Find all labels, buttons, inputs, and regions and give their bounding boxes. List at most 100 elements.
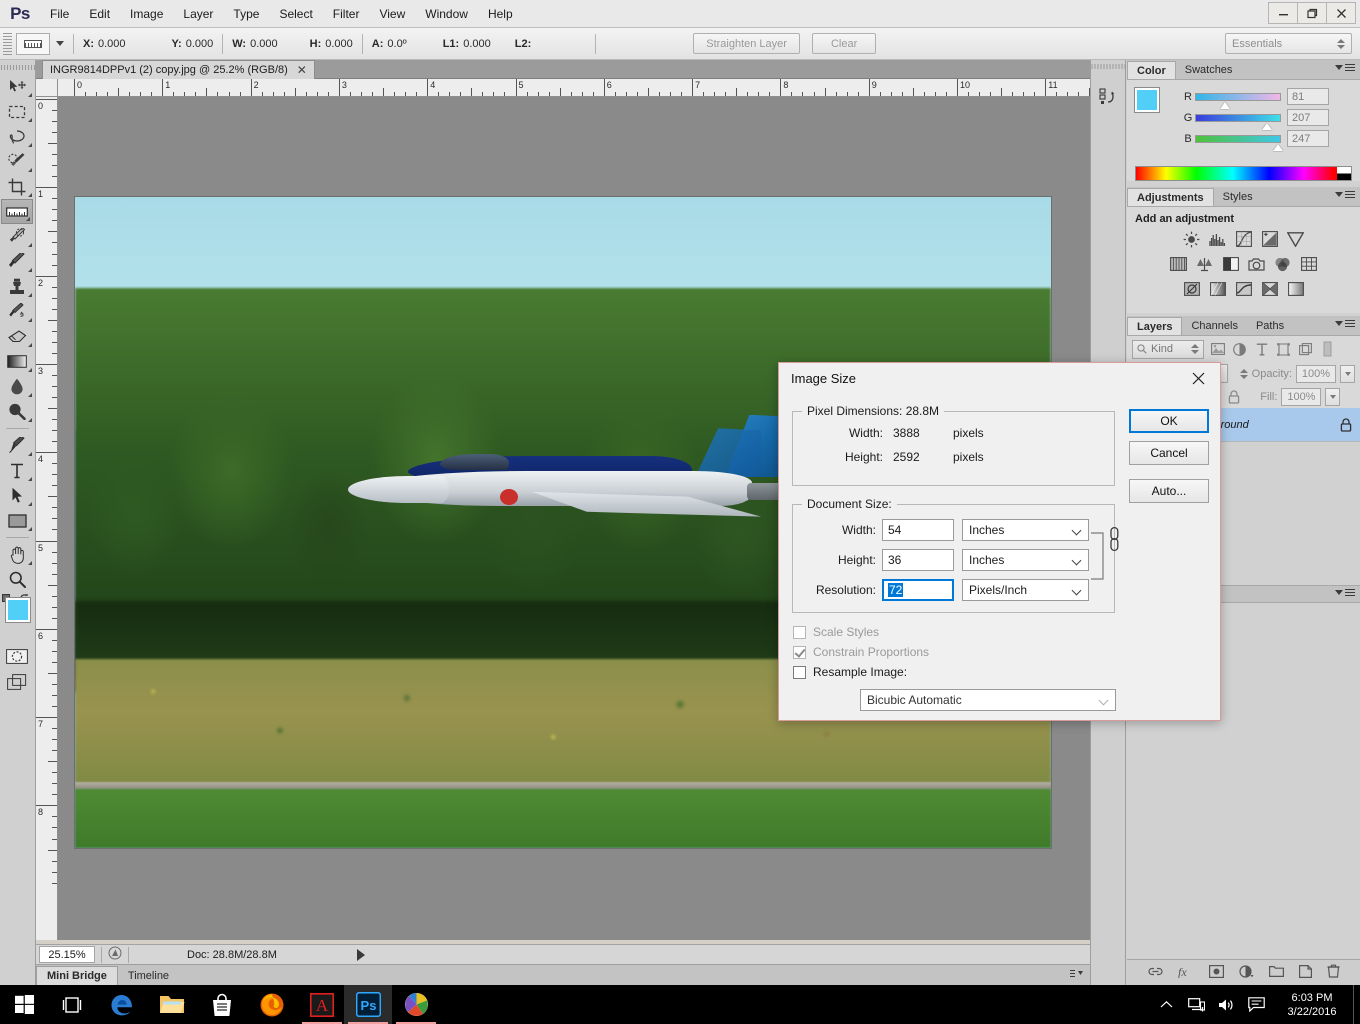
lasso-tool[interactable] (0, 124, 34, 149)
blur-tool[interactable] (0, 374, 34, 399)
tab-layers[interactable]: Layers (1127, 317, 1183, 335)
status-expand-icon[interactable] (356, 948, 365, 961)
tab-paths[interactable]: Paths (1247, 317, 1293, 335)
document-proxy-icon[interactable] (108, 946, 122, 963)
fx-icon[interactable]: fx (1178, 965, 1194, 981)
threshold-icon[interactable] (1235, 280, 1253, 298)
dodge-tool[interactable] (0, 399, 34, 424)
doc-width-unit-select[interactable]: Inches (962, 519, 1089, 541)
channel-g-value[interactable]: 207 (1287, 109, 1329, 126)
brush-tool[interactable] (0, 249, 34, 274)
levels-icon[interactable] (1209, 230, 1227, 248)
menu-layer[interactable]: Layer (173, 0, 223, 28)
menu-type[interactable]: Type (223, 0, 269, 28)
doc-width-input[interactable]: 54 (882, 519, 954, 541)
tools-panel-grip[interactable] (0, 60, 35, 74)
foreground-color-swatch[interactable] (1134, 87, 1160, 113)
filter-pixel-layers-icon[interactable] (1209, 341, 1226, 358)
constrain-proportions-checkbox[interactable] (793, 645, 806, 659)
cancel-button[interactable]: Cancel (1129, 441, 1209, 465)
acrobat-icon[interactable]: A (298, 985, 346, 1024)
doc-height-unit-select[interactable]: Inches (962, 549, 1089, 571)
crop-tool[interactable] (0, 174, 34, 199)
ruler-tool[interactable] (1, 199, 33, 224)
chevron-down-icon[interactable] (56, 41, 64, 46)
history-brush-tool[interactable] (0, 299, 34, 324)
menu-filter[interactable]: Filter (323, 0, 370, 28)
ruler-corner[interactable] (36, 79, 58, 97)
edge-icon[interactable] (98, 985, 146, 1024)
black-white-icon[interactable] (1222, 255, 1240, 273)
layer-filter-kind-select[interactable]: Kind (1132, 339, 1204, 359)
tab-timeline[interactable]: Timeline (117, 966, 180, 985)
channel-b-value[interactable]: 247 (1287, 130, 1329, 147)
fill-value[interactable]: 100% (1281, 387, 1322, 406)
tab-channels[interactable]: Channels (1182, 317, 1246, 335)
start-button[interactable] (0, 985, 48, 1024)
image-size-dialog[interactable]: Image Size Pixel Dimensions: 28.8M Width… (778, 362, 1221, 721)
brightness-contrast-icon[interactable] (1183, 230, 1201, 248)
panel-menu-icon[interactable] (1335, 320, 1355, 327)
horizontal-ruler[interactable]: 0 1 2 3 4 5 6 7 8 9 10 11 (58, 79, 1090, 97)
file-explorer-icon[interactable] (148, 985, 196, 1024)
chevron-up-icon[interactable] (1151, 985, 1181, 1024)
photoshop-icon[interactable]: Ps (344, 985, 392, 1024)
hue-saturation-icon[interactable] (1170, 255, 1188, 273)
filter-type-layers-icon[interactable] (1253, 341, 1270, 358)
clone-stamp-tool[interactable] (0, 274, 34, 299)
color-balance-icon[interactable] (1196, 255, 1214, 273)
screen-mode-button[interactable] (0, 669, 34, 694)
resample-method-select[interactable]: Bicubic Automatic (860, 689, 1116, 711)
new-group-icon[interactable] (1268, 965, 1284, 980)
resolution-input[interactable]: 72 (882, 579, 954, 601)
store-icon[interactable] (198, 985, 246, 1024)
spinner-icon[interactable] (1239, 368, 1248, 379)
color-lookup-icon[interactable] (1300, 255, 1318, 273)
photo-filter-icon[interactable] (1248, 255, 1266, 273)
opacity-dropdown-icon[interactable] (1340, 364, 1355, 383)
tab-swatches[interactable]: Swatches (1176, 61, 1242, 79)
ok-button[interactable]: OK (1129, 409, 1209, 433)
menu-edit[interactable]: Edit (79, 0, 120, 28)
filter-toggle[interactable] (1319, 341, 1336, 358)
channel-g-slider[interactable] (1195, 113, 1281, 130)
action-center-icon[interactable] (1241, 985, 1271, 1024)
panel-menu-icon[interactable] (1335, 191, 1355, 198)
straighten-layer-button[interactable]: Straighten Layer (693, 33, 800, 54)
channel-mixer-icon[interactable] (1274, 255, 1292, 273)
panel-menu-icon[interactable] (1070, 969, 1084, 981)
document-tab[interactable]: INGR9814DPPv1 (2) copy.jpg @ 25.2% (RGB/… (42, 60, 315, 79)
menu-view[interactable]: View (369, 0, 415, 28)
resample-image-row[interactable]: Resample Image: (793, 665, 929, 679)
adjustment-layer-icon[interactable] (1238, 964, 1254, 981)
curves-icon[interactable] (1235, 230, 1253, 248)
menu-select[interactable]: Select (269, 0, 322, 28)
quick-selection-tool[interactable] (0, 149, 34, 174)
close-icon[interactable] (1180, 365, 1216, 391)
link-icon[interactable] (1147, 966, 1163, 980)
quick-mask-button[interactable] (0, 644, 34, 669)
invert-icon[interactable] (1183, 280, 1201, 298)
eraser-tool[interactable] (0, 324, 34, 349)
pen-tool[interactable] (0, 433, 34, 458)
filter-smart-objects-icon[interactable] (1297, 341, 1314, 358)
gradient-tool[interactable] (0, 349, 34, 374)
channel-b-slider[interactable] (1195, 134, 1284, 151)
show-desktop-button[interactable] (1353, 985, 1360, 1024)
tab-styles[interactable]: Styles (1214, 188, 1262, 206)
rectangle-tool[interactable] (0, 508, 34, 533)
gradient-map-icon[interactable] (1287, 280, 1305, 298)
delete-layer-icon[interactable] (1327, 964, 1340, 981)
move-tool[interactable] (0, 74, 34, 99)
auto-button[interactable]: Auto... (1129, 479, 1209, 503)
scale-styles-checkbox[interactable] (793, 625, 806, 639)
tab-color[interactable]: Color (1127, 61, 1176, 79)
tab-adjustments[interactable]: Adjustments (1127, 188, 1214, 206)
close-button[interactable] (1326, 2, 1356, 24)
clear-button[interactable]: Clear (811, 33, 877, 54)
constrain-proportions-row[interactable]: Constrain Proportions (793, 645, 929, 659)
menu-image[interactable]: Image (120, 0, 173, 28)
history-panel-icon[interactable] (1091, 79, 1125, 113)
filter-adjustment-layers-icon[interactable] (1231, 341, 1248, 358)
picasa-icon[interactable] (392, 985, 440, 1024)
